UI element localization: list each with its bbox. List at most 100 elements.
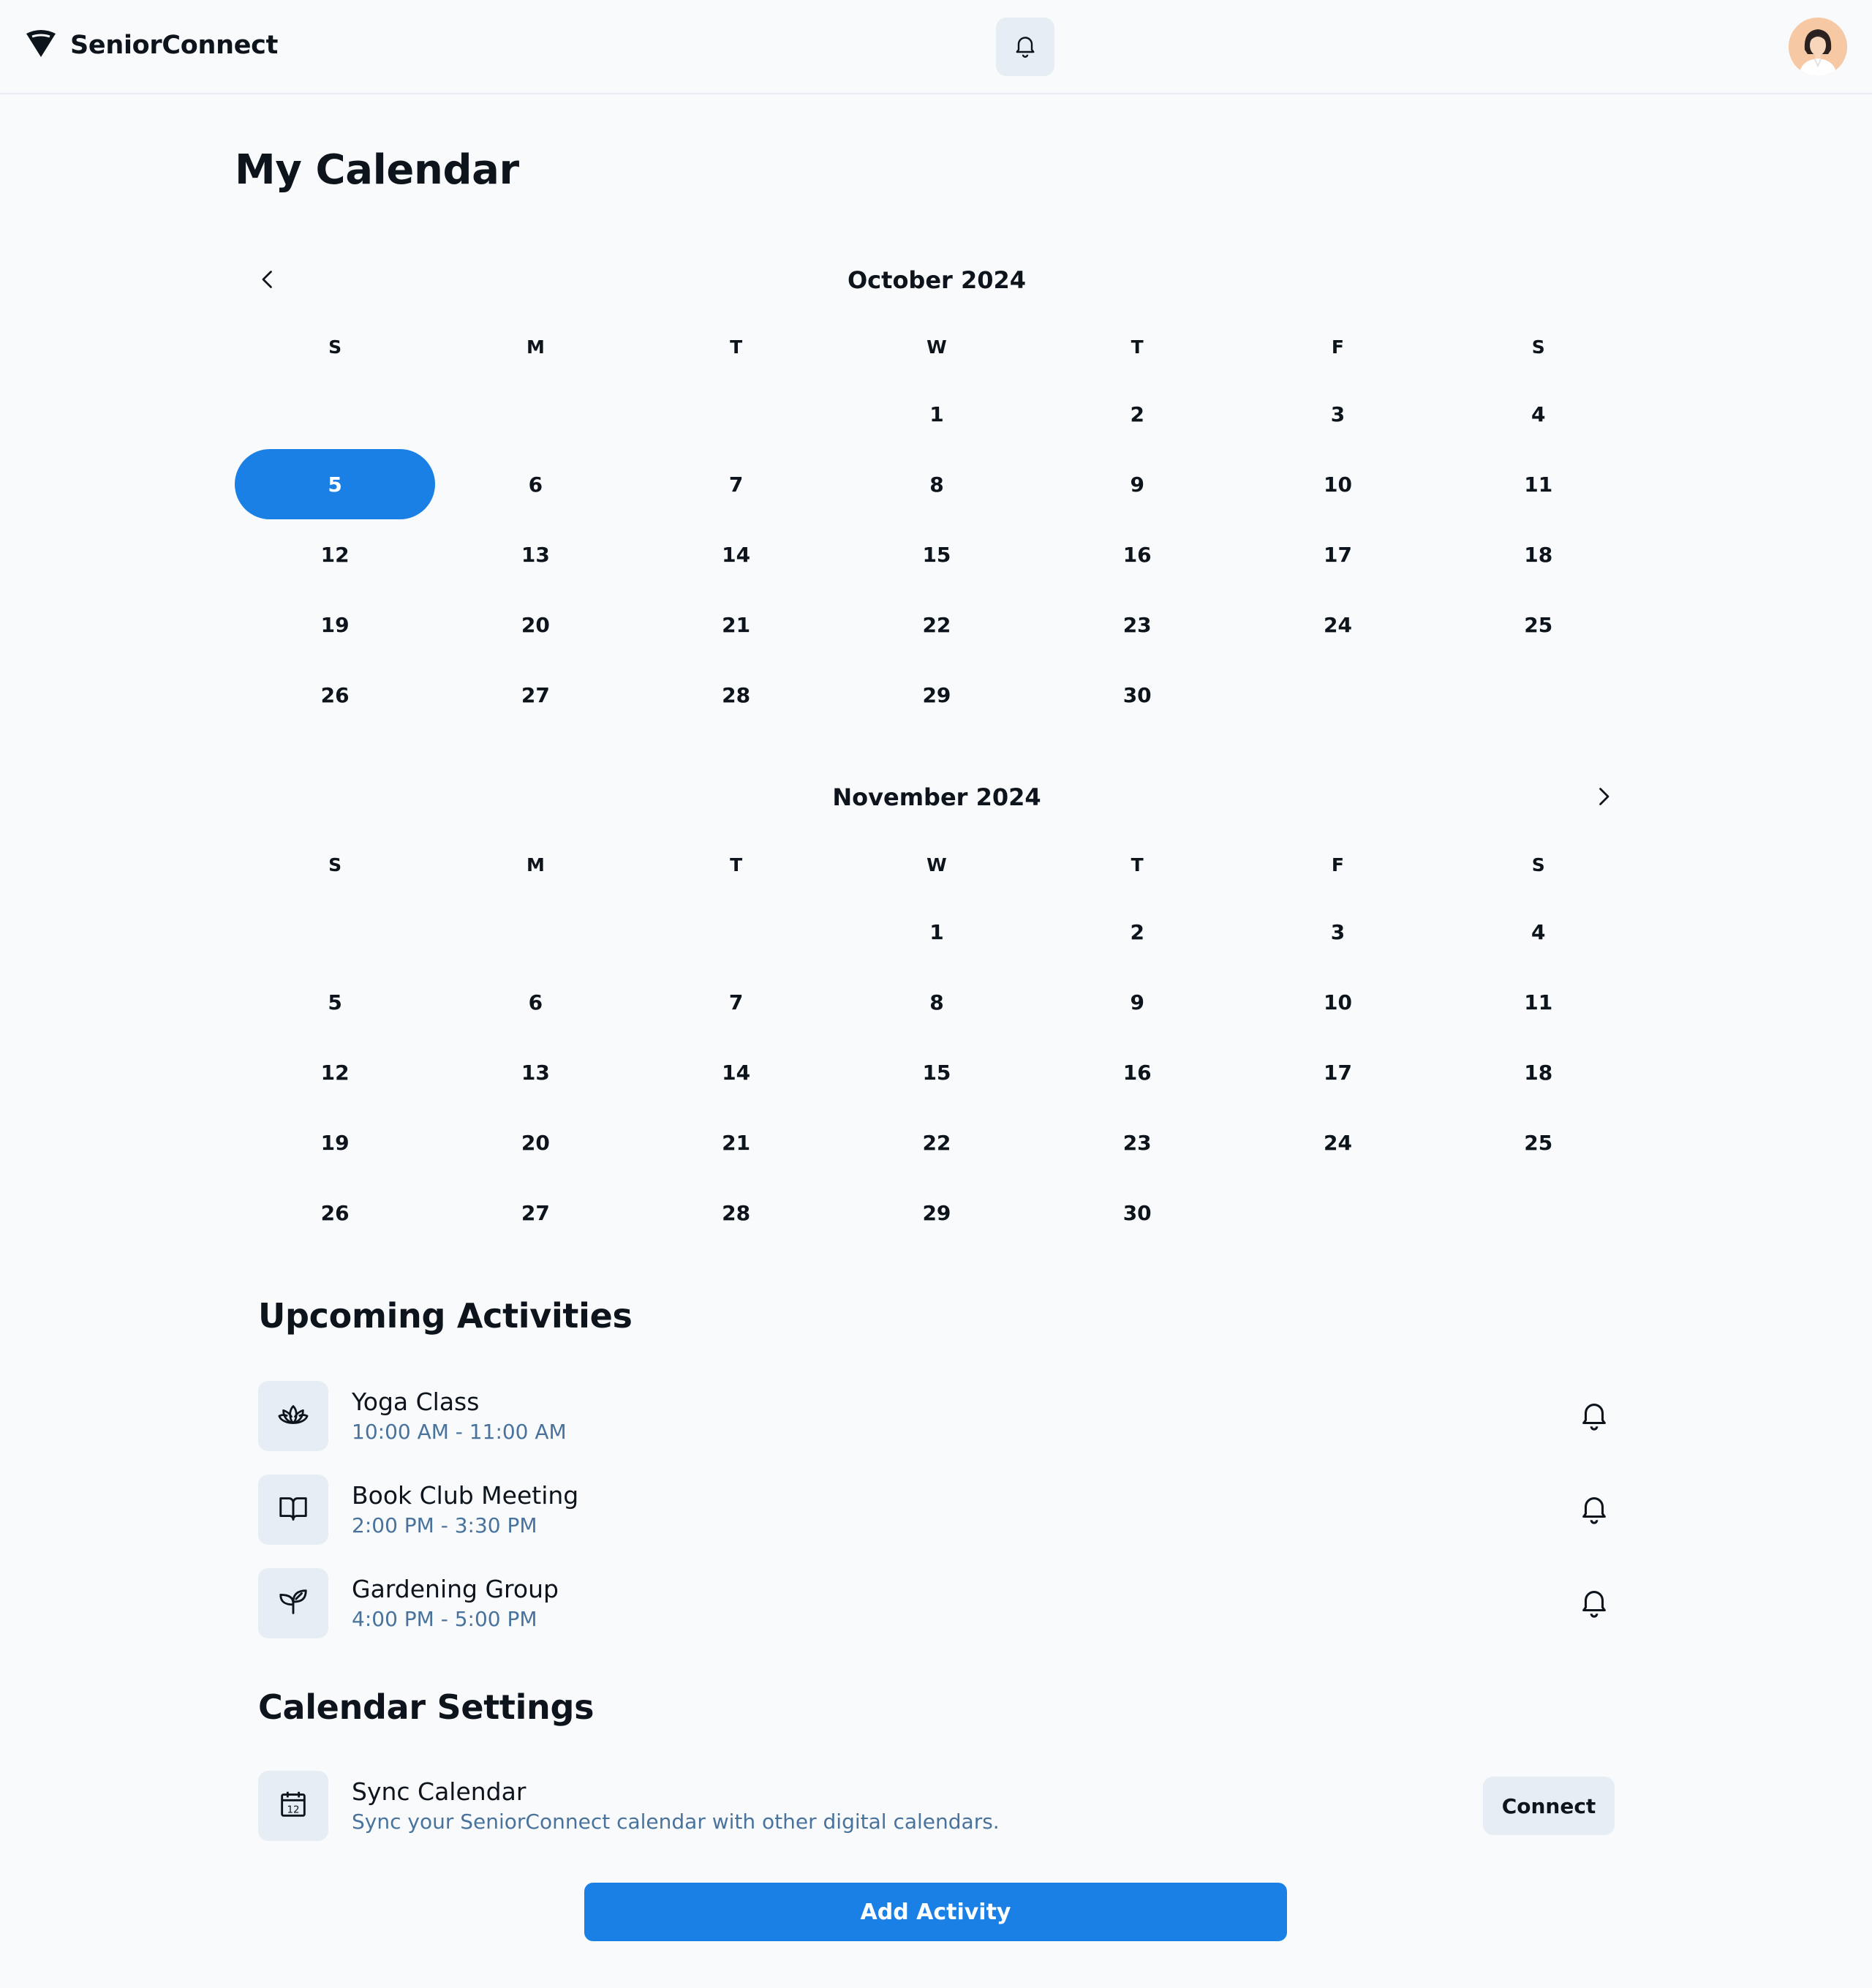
month-title: October 2024: [847, 266, 1027, 294]
brand-logo-icon: [25, 28, 57, 63]
brand-name: SeniorConnect: [70, 31, 279, 60]
bell-icon: [1577, 1398, 1611, 1434]
sync-calendar-row: 12 Sync Calendar Sync your SeniorConnect…: [258, 1771, 1615, 1841]
day-cell[interactable]: 18: [1438, 1037, 1639, 1107]
day-cell-selected[interactable]: 5: [235, 449, 436, 519]
week-row: 26 27 28 29 30: [235, 660, 1639, 730]
bell-icon: [1577, 1491, 1611, 1528]
day-cell[interactable]: 13: [435, 519, 635, 590]
day-cell[interactable]: 4: [1438, 379, 1639, 449]
day-cell[interactable]: 3: [1237, 897, 1438, 967]
empty-day-cell: [1438, 1178, 1639, 1248]
day-cell[interactable]: 8: [837, 449, 1037, 519]
day-cell[interactable]: 4: [1438, 897, 1639, 967]
notifications-button[interactable]: [996, 18, 1054, 76]
day-cell[interactable]: 27: [435, 660, 635, 730]
day-cell[interactable]: 6: [435, 449, 635, 519]
day-cell[interactable]: 22: [837, 1107, 1037, 1178]
weekday-label: S: [1531, 854, 1545, 876]
day-cell[interactable]: 21: [636, 590, 837, 660]
add-activity-button[interactable]: Add Activity: [584, 1883, 1287, 1941]
day-cell[interactable]: 23: [1037, 590, 1237, 660]
day-cell[interactable]: 20: [435, 590, 635, 660]
activity-reminder-button[interactable]: [1574, 1396, 1615, 1437]
weekday-label: S: [328, 854, 342, 876]
day-cell[interactable]: 30: [1037, 1178, 1237, 1248]
day-cell[interactable]: 9: [1037, 449, 1237, 519]
bell-icon: [1012, 32, 1038, 61]
day-cell[interactable]: 12: [235, 1037, 435, 1107]
day-cell[interactable]: 9: [1037, 967, 1237, 1037]
sync-calendar-description: Sync your SeniorConnect calendar with ot…: [352, 1810, 1000, 1834]
day-cell[interactable]: 3: [1237, 379, 1438, 449]
activity-item[interactable]: Gardening Group 4:00 PM - 5:00 PM: [258, 1568, 1615, 1638]
activity-reminder-button[interactable]: [1574, 1583, 1615, 1624]
brand[interactable]: SeniorConnect: [25, 28, 278, 63]
weekday-label: T: [1131, 336, 1144, 358]
day-cell[interactable]: 19: [235, 1107, 435, 1178]
day-cell[interactable]: 2: [1037, 379, 1237, 449]
day-cell[interactable]: 20: [435, 1107, 635, 1178]
day-cell[interactable]: 21: [636, 1107, 837, 1178]
day-cell[interactable]: 15: [837, 519, 1037, 590]
day-cell[interactable]: 12: [235, 519, 435, 590]
activity-title: Book Club Meeting: [352, 1481, 579, 1510]
day-cell[interactable]: 23: [1037, 1107, 1237, 1178]
day-cell[interactable]: 11: [1438, 449, 1639, 519]
activity-item[interactable]: Yoga Class 10:00 AM - 11:00 AM: [258, 1381, 1615, 1451]
day-cell[interactable]: 25: [1438, 590, 1639, 660]
week-row: 1234: [235, 379, 1639, 449]
day-cell[interactable]: 1: [837, 379, 1037, 449]
day-cell[interactable]: 28: [636, 660, 837, 730]
connect-button[interactable]: Connect: [1483, 1777, 1615, 1835]
day-cell[interactable]: 15: [837, 1037, 1037, 1107]
empty-day-cell: [435, 379, 635, 449]
day-cell[interactable]: 16: [1037, 519, 1237, 590]
day-cell[interactable]: 16: [1037, 1037, 1237, 1107]
activity-reminder-button[interactable]: [1574, 1489, 1615, 1530]
activity-item[interactable]: Book Club Meeting 2:00 PM - 3:30 PM: [258, 1475, 1615, 1545]
day-cell[interactable]: 29: [837, 660, 1037, 730]
day-cell[interactable]: 13: [435, 1037, 635, 1107]
user-avatar[interactable]: [1789, 18, 1847, 76]
sync-calendar-title: Sync Calendar: [352, 1777, 526, 1806]
day-cell[interactable]: 18: [1438, 519, 1639, 590]
day-cell[interactable]: 5: [235, 967, 435, 1037]
weekday-label: S: [1531, 336, 1545, 358]
day-cell[interactable]: 7: [636, 967, 837, 1037]
day-cell[interactable]: 26: [235, 1178, 435, 1248]
day-cell[interactable]: 6: [435, 967, 635, 1037]
day-cell[interactable]: 10: [1237, 967, 1438, 1037]
day-cell[interactable]: 1: [837, 897, 1037, 967]
day-cell[interactable]: 17: [1237, 1037, 1438, 1107]
day-cell[interactable]: 8: [837, 967, 1037, 1037]
activity-title: Yoga Class: [352, 1388, 480, 1416]
day-cell[interactable]: 25: [1438, 1107, 1639, 1178]
empty-day-cell: [235, 897, 435, 967]
day-cell[interactable]: 24: [1237, 590, 1438, 660]
calendar-settings-title: Calendar Settings: [258, 1687, 595, 1727]
week-row: 5 6 7 8 9 10 11: [235, 449, 1639, 519]
activity-icon-box: [258, 1381, 328, 1451]
empty-day-cell: [636, 379, 837, 449]
day-cell[interactable]: 26: [235, 660, 435, 730]
day-cell[interactable]: 17: [1237, 519, 1438, 590]
day-cell[interactable]: 2: [1037, 897, 1237, 967]
calendar-icon: 12: [276, 1788, 310, 1824]
day-cell[interactable]: 29: [837, 1178, 1037, 1248]
empty-day-cell: [636, 897, 837, 967]
lotus-icon: [276, 1398, 310, 1434]
month-grid-october: S M T W T F S 1 2 3 4 5 6 7 8 9 10 11 12 13 14 15 16 17 18 19 20 21…: [235, 326, 1639, 730]
day-cell[interactable]: 7: [636, 449, 837, 519]
day-cell[interactable]: 11: [1438, 967, 1639, 1037]
day-cell[interactable]: 10: [1237, 449, 1438, 519]
day-cell[interactable]: 30: [1037, 660, 1237, 730]
day-cell[interactable]: 14: [636, 1037, 837, 1107]
day-cell[interactable]: 24: [1237, 1107, 1438, 1178]
day-cell[interactable]: 28: [636, 1178, 837, 1248]
day-cell[interactable]: 22: [837, 590, 1037, 660]
day-cell[interactable]: 14: [636, 519, 837, 590]
day-cell[interactable]: 27: [435, 1178, 635, 1248]
day-cell[interactable]: 19: [235, 590, 435, 660]
weekday-label: F: [1331, 854, 1344, 876]
